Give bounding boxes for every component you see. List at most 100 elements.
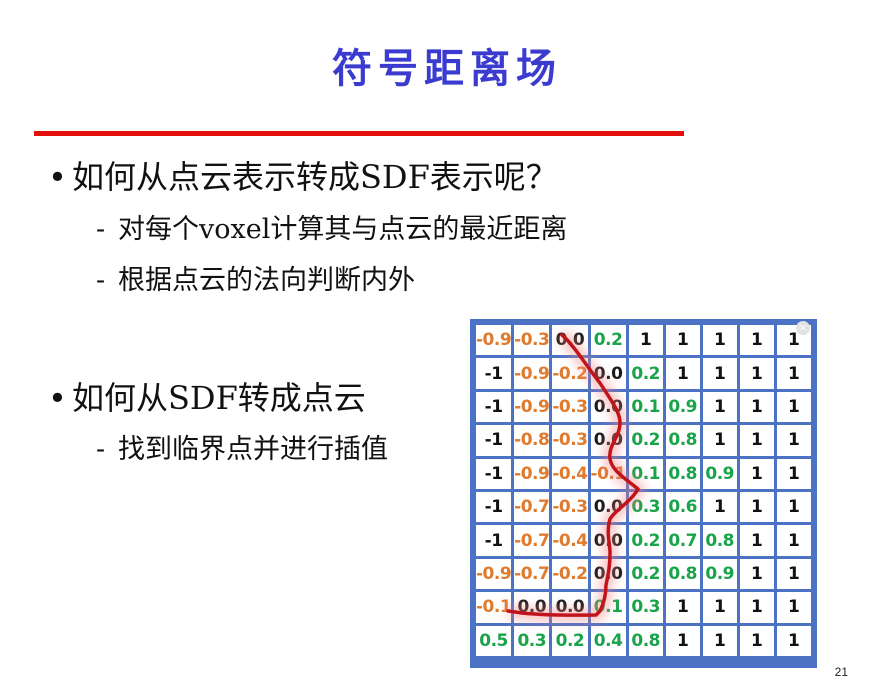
grid-row: -0.1 0.0 0.0 0.1 0.3 1 1 1 1 xyxy=(476,592,811,623)
grid-cell: 0.1 xyxy=(590,592,626,623)
bullet-1: • 如何从点云表示转成SDF表示呢？ xyxy=(48,152,558,198)
bullet-2: • 如何从SDF转成点云 xyxy=(48,373,366,419)
grid-row: -1 -0.8 -0.3 0.0 0.2 0.8 1 1 1 xyxy=(476,425,811,456)
grid-cell: 1 xyxy=(776,391,811,423)
grid-cell: 1 xyxy=(628,325,663,356)
grid-cell: 0.0 xyxy=(590,491,626,523)
grid-cell: 0.0 xyxy=(552,592,588,623)
grid-cell: -0.1 xyxy=(476,592,512,623)
grid-cell: 0.2 xyxy=(628,525,663,556)
grid-cell: 1 xyxy=(776,525,811,556)
grid-cell: -0.2 xyxy=(552,558,588,590)
title-divider xyxy=(34,131,684,136)
grid-cell: 0.8 xyxy=(665,425,700,456)
grid-cell: 0.0 xyxy=(590,425,626,456)
grid-cell: -0.9 xyxy=(514,391,550,423)
grid-row: -0.9 -0.7 -0.2 0.0 0.2 0.8 0.9 1 1 xyxy=(476,558,811,590)
grid-cell: 1 xyxy=(665,358,700,389)
bullet-dot: • xyxy=(48,158,67,196)
grid-cell: 0.2 xyxy=(590,325,626,356)
bullet-1-sub-2: - 根据点云的法向判断内外 xyxy=(96,258,415,297)
grid-cell: 0.0 xyxy=(514,592,550,623)
grid-cell: -0.3 xyxy=(552,391,588,423)
grid-cell: -1 xyxy=(476,458,512,489)
grid-cell: 1 xyxy=(739,425,774,456)
grid-cell: 0.2 xyxy=(628,358,663,389)
grid-cell: 0.6 xyxy=(665,491,700,523)
grid-cell: -1 xyxy=(476,391,512,423)
grid-cell: 1 xyxy=(739,525,774,556)
bullet-1-sub-1-text: 对每个voxel计算其与点云的最近距离 xyxy=(118,214,568,245)
grid-cell: 0.8 xyxy=(665,458,700,489)
grid-cell: 0.0 xyxy=(590,558,626,590)
grid-cell: 0.0 xyxy=(590,391,626,423)
grid-cell: 0.0 xyxy=(552,325,588,356)
grid-cell: 1 xyxy=(776,358,811,389)
grid-cell: -0.1 xyxy=(590,458,626,489)
bullet-1-text: 如何从点云表示转成SDF表示呢？ xyxy=(72,158,558,196)
grid-cell: -0.4 xyxy=(552,525,588,556)
dash: - xyxy=(96,434,106,465)
grid-cell: 1 xyxy=(739,592,774,623)
grid-cell: 0.8 xyxy=(665,558,700,590)
grid-cell: 0.9 xyxy=(665,391,700,423)
grid-cell: 0.9 xyxy=(702,458,737,489)
grid-cell: 1 xyxy=(702,625,737,656)
grid-row: -1 -0.7 -0.4 0.0 0.2 0.7 0.8 1 1 xyxy=(476,525,811,556)
grid-row: -1 -0.7 -0.3 0.0 0.3 0.6 1 1 1 xyxy=(476,491,811,523)
grid-cell: -0.9 xyxy=(476,558,512,590)
grid-cell: 1 xyxy=(776,425,811,456)
grid-cell: -0.4 xyxy=(552,458,588,489)
grid-cell: 0.1 xyxy=(628,458,663,489)
grid-cell: 1 xyxy=(702,425,737,456)
close-icon[interactable]: × xyxy=(796,321,810,335)
bullet-dot: • xyxy=(48,379,67,417)
grid-cell: 0.2 xyxy=(552,625,588,656)
grid-cell: -1 xyxy=(476,491,512,523)
grid-cell: 0.9 xyxy=(702,558,737,590)
grid-cell: -0.7 xyxy=(514,558,550,590)
grid-cell: 0.3 xyxy=(628,592,663,623)
grid-cell: -0.3 xyxy=(552,491,588,523)
grid-cell: 1 xyxy=(665,325,700,356)
grid-cell: 1 xyxy=(702,325,737,356)
grid-cell: 0.1 xyxy=(628,391,663,423)
grid-cell: 1 xyxy=(776,592,811,623)
bullet-1-sub-2-text: 根据点云的法向判断内外 xyxy=(118,265,415,296)
bullet-2-sub-1: - 找到临界点并进行插值 xyxy=(96,427,388,466)
grid-cell: 1 xyxy=(739,391,774,423)
bullet-2-text: 如何从SDF转成点云 xyxy=(72,379,366,417)
grid-cell: -0.8 xyxy=(514,425,550,456)
grid-cell: 0.7 xyxy=(665,525,700,556)
dash: - xyxy=(96,214,106,245)
grid-cell: 1 xyxy=(776,558,811,590)
grid-cell: 0.3 xyxy=(628,491,663,523)
grid-row: -0.9 -0.3 0.0 0.2 1 1 1 1 1 xyxy=(476,325,811,356)
grid-cell: -0.7 xyxy=(514,525,550,556)
grid-cell: 1 xyxy=(739,558,774,590)
grid-cell: 1 xyxy=(739,358,774,389)
bullet-2-sub-1-text: 找到临界点并进行插值 xyxy=(118,434,388,465)
grid-cell: 0.8 xyxy=(702,525,737,556)
grid-cell: 0.8 xyxy=(628,625,663,656)
grid-cell: 1 xyxy=(665,625,700,656)
grid-cell: 1 xyxy=(702,491,737,523)
sdf-grid: -0.9 -0.3 0.0 0.2 1 1 1 1 1 -1 -0.9 -0.2 0.0 0.2 1 1 1 1-… xyxy=(470,319,817,668)
grid-cell: -0.3 xyxy=(552,425,588,456)
grid-cell: 1 xyxy=(776,458,811,489)
dash: - xyxy=(96,265,106,296)
grid-cell: 1 xyxy=(702,592,737,623)
grid-cell: -0.9 xyxy=(476,325,512,356)
grid-row: -1 -0.9 -0.2 0.0 0.2 1 1 1 1 xyxy=(476,358,811,389)
bullet-1-sub-1: - 对每个voxel计算其与点云的最近距离 xyxy=(96,207,567,246)
grid-cell: -1 xyxy=(476,425,512,456)
grid-cell: 0.3 xyxy=(514,625,550,656)
grid-cell: 1 xyxy=(739,491,774,523)
grid-cell: -1 xyxy=(476,358,512,389)
grid-cell: -0.3 xyxy=(514,325,550,356)
grid-cell: 1 xyxy=(739,458,774,489)
grid-row: -1 -0.9 -0.3 0.0 0.1 0.9 1 1 1 xyxy=(476,391,811,423)
sdf-table: -0.9 -0.3 0.0 0.2 1 1 1 1 1 -1 -0.9 -0.2 0.0 0.2 1 1 1 1-… xyxy=(473,322,814,659)
grid-cell: -0.9 xyxy=(514,458,550,489)
grid-cell: 1 xyxy=(665,592,700,623)
